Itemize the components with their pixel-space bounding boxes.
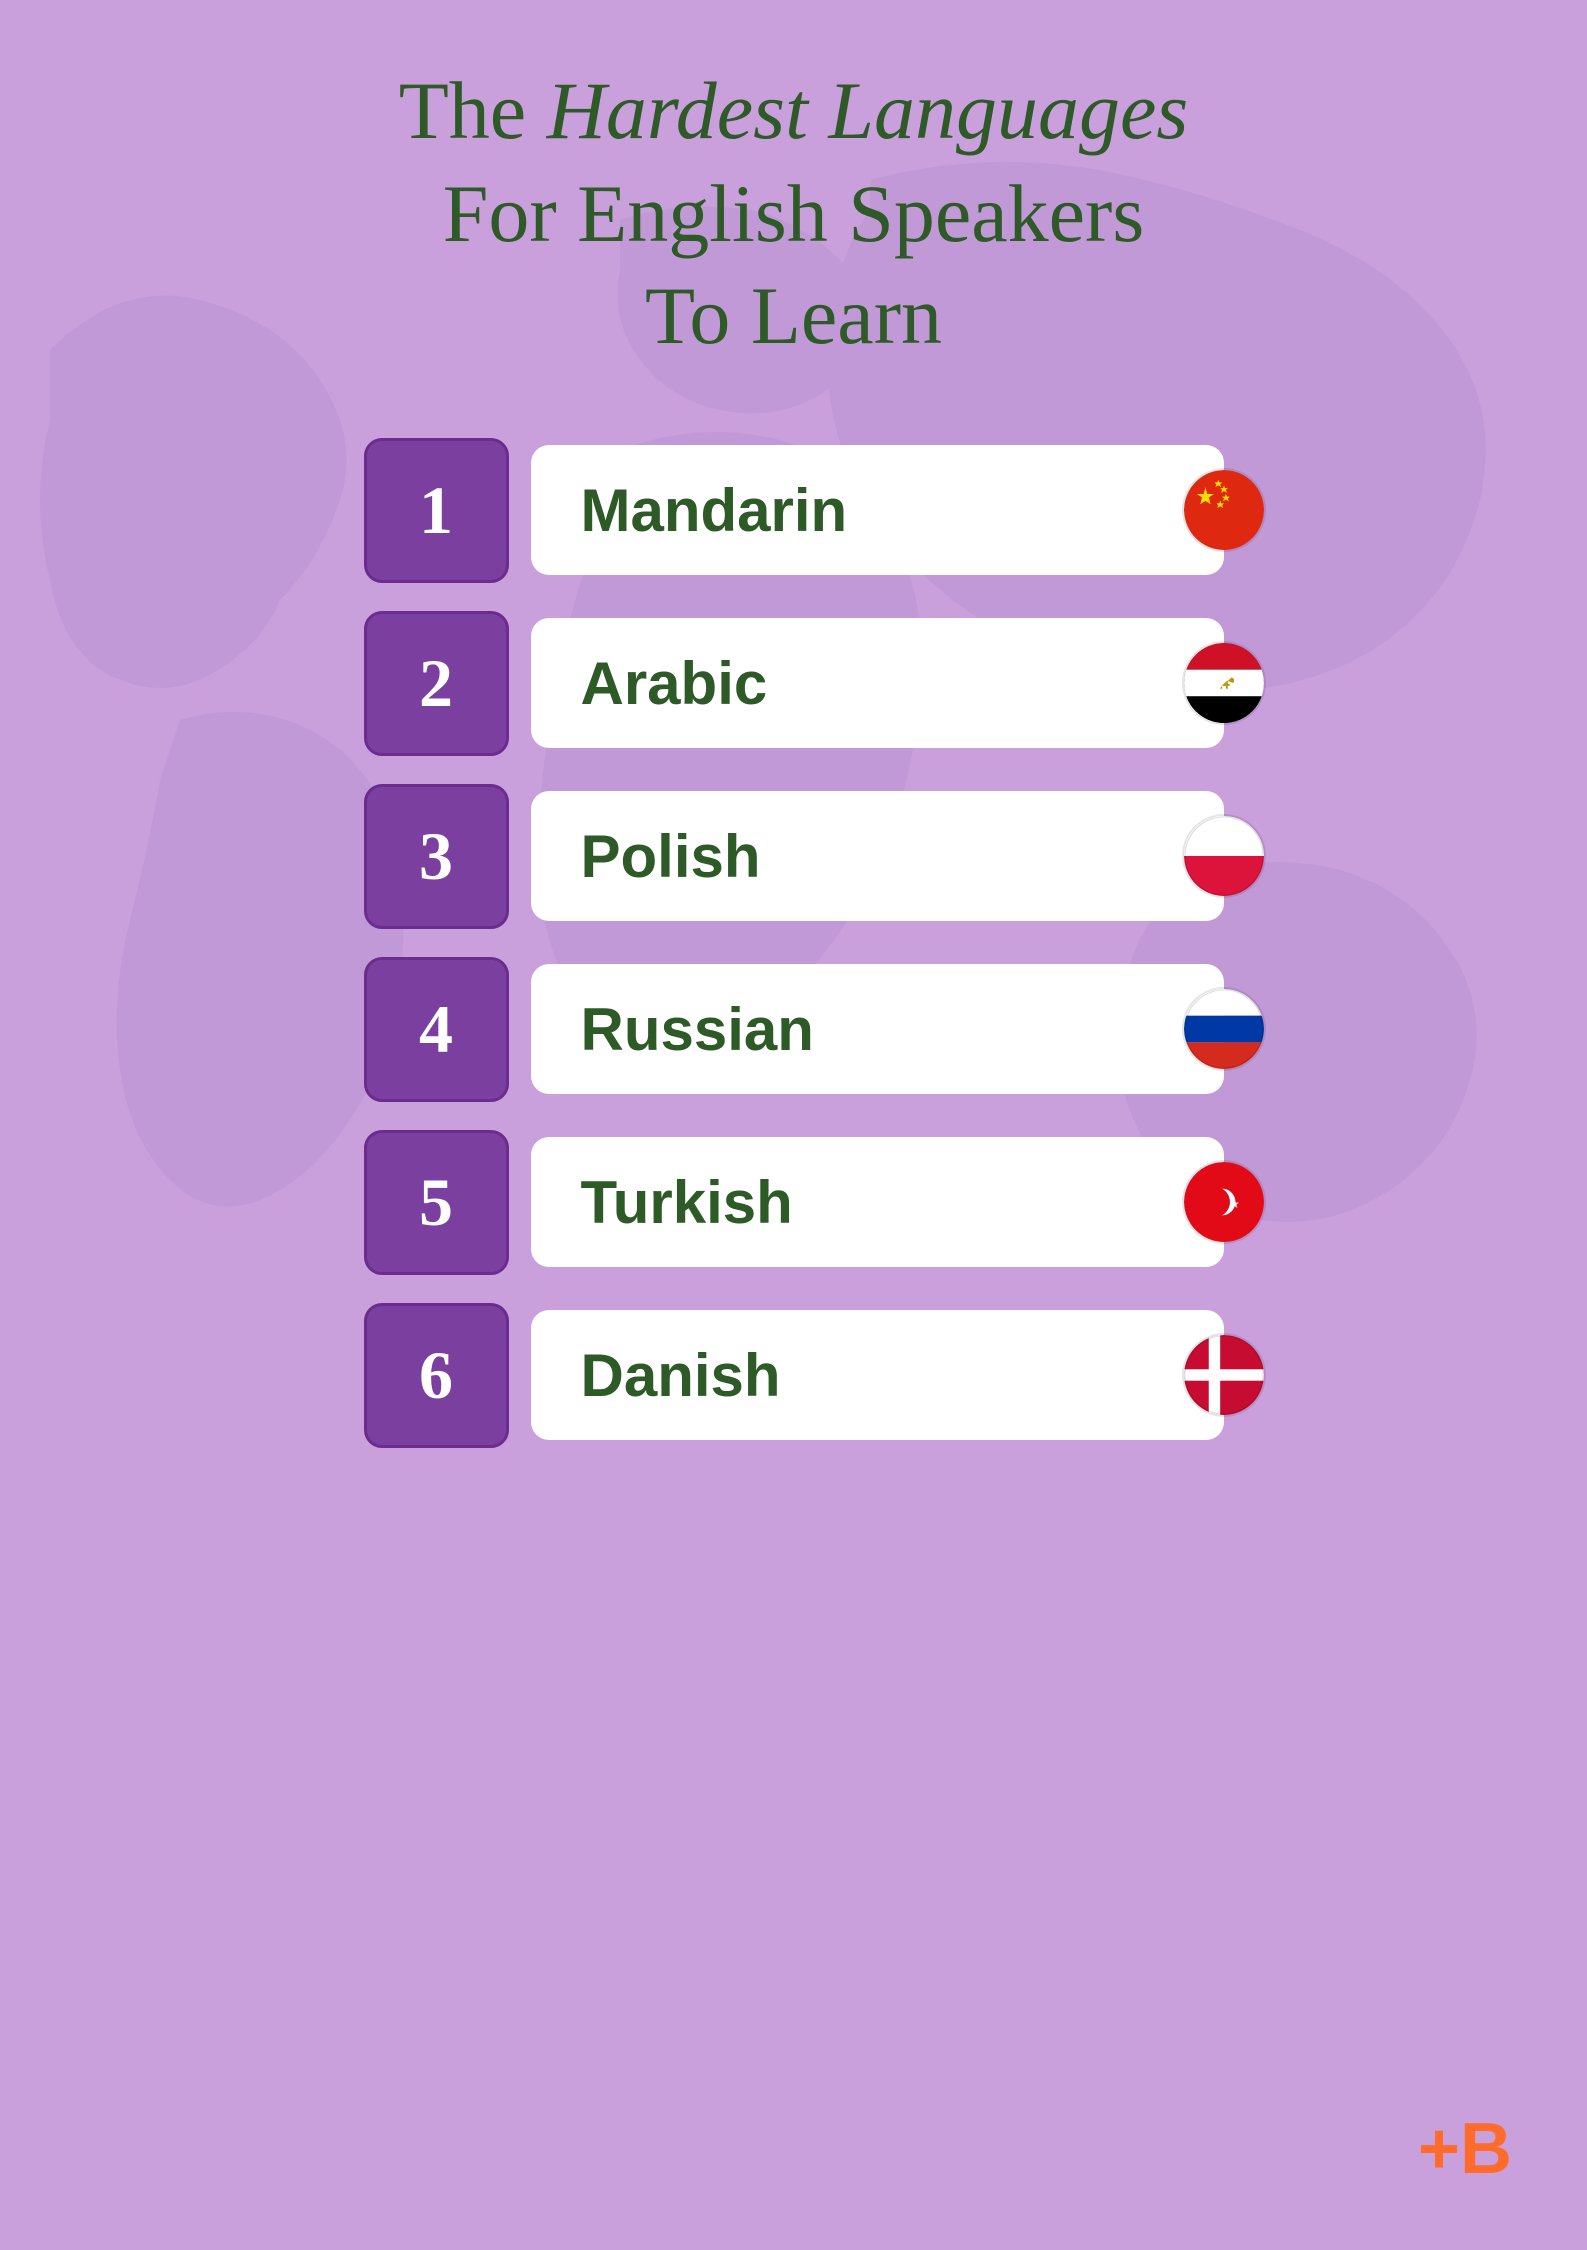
flag-turkey <box>1182 1160 1266 1244</box>
rank-box-2: 2 <box>364 611 509 756</box>
title-the: The <box>399 65 547 156</box>
title-line2: For English Speakers <box>399 163 1189 266</box>
list-item: 4 Russian <box>364 957 1224 1102</box>
language-box-arabic: Arabic <box>531 618 1224 748</box>
list-item: 5 Turkish <box>364 1130 1224 1275</box>
rank-number-6: 6 <box>419 1336 453 1415</box>
rank-box-3: 3 <box>364 784 509 929</box>
rank-number-5: 5 <box>419 1163 453 1242</box>
rank-box-1: 1 <box>364 438 509 583</box>
language-name-arabic: Arabic <box>581 649 768 718</box>
rank-box-4: 4 <box>364 957 509 1102</box>
title-hardest-languages: Hardest Languages <box>547 65 1189 156</box>
list-item: 3 Polish <box>364 784 1224 929</box>
language-name-mandarin: Mandarin <box>581 476 848 545</box>
language-box-polish: Polish <box>531 791 1224 921</box>
title-block: The Hardest Languages For English Speake… <box>399 60 1189 368</box>
list-item: 2 Arabic <box>364 611 1224 756</box>
language-name-turkish: Turkish <box>581 1168 793 1237</box>
main-content: The Hardest Languages For English Speake… <box>0 0 1587 1448</box>
language-list: 1 Mandarin 2 <box>364 438 1224 1448</box>
language-name-russian: Russian <box>581 995 814 1064</box>
rank-number-2: 2 <box>419 644 453 723</box>
language-name-danish: Danish <box>581 1341 781 1410</box>
flag-egypt <box>1182 641 1266 725</box>
language-box-turkish: Turkish <box>531 1137 1224 1267</box>
rank-number-1: 1 <box>419 471 453 550</box>
list-item: 1 Mandarin <box>364 438 1224 583</box>
title-line1: The Hardest Languages <box>399 60 1189 163</box>
rank-box-6: 6 <box>364 1303 509 1448</box>
language-box-danish: Danish <box>531 1310 1224 1440</box>
flag-russia <box>1182 987 1266 1071</box>
flag-china <box>1182 468 1266 552</box>
rank-box-5: 5 <box>364 1130 509 1275</box>
title-line3: To Learn <box>399 265 1189 368</box>
rank-number-4: 4 <box>419 990 453 1069</box>
language-name-polish: Polish <box>581 822 761 891</box>
language-box-mandarin: Mandarin <box>531 445 1224 575</box>
list-item: 6 Danish <box>364 1303 1224 1448</box>
language-box-russian: Russian <box>531 964 1224 1094</box>
brand-logo: +B <box>1418 2108 1512 2190</box>
flag-denmark <box>1182 1333 1266 1417</box>
flag-poland <box>1182 814 1266 898</box>
rank-number-3: 3 <box>419 817 453 896</box>
